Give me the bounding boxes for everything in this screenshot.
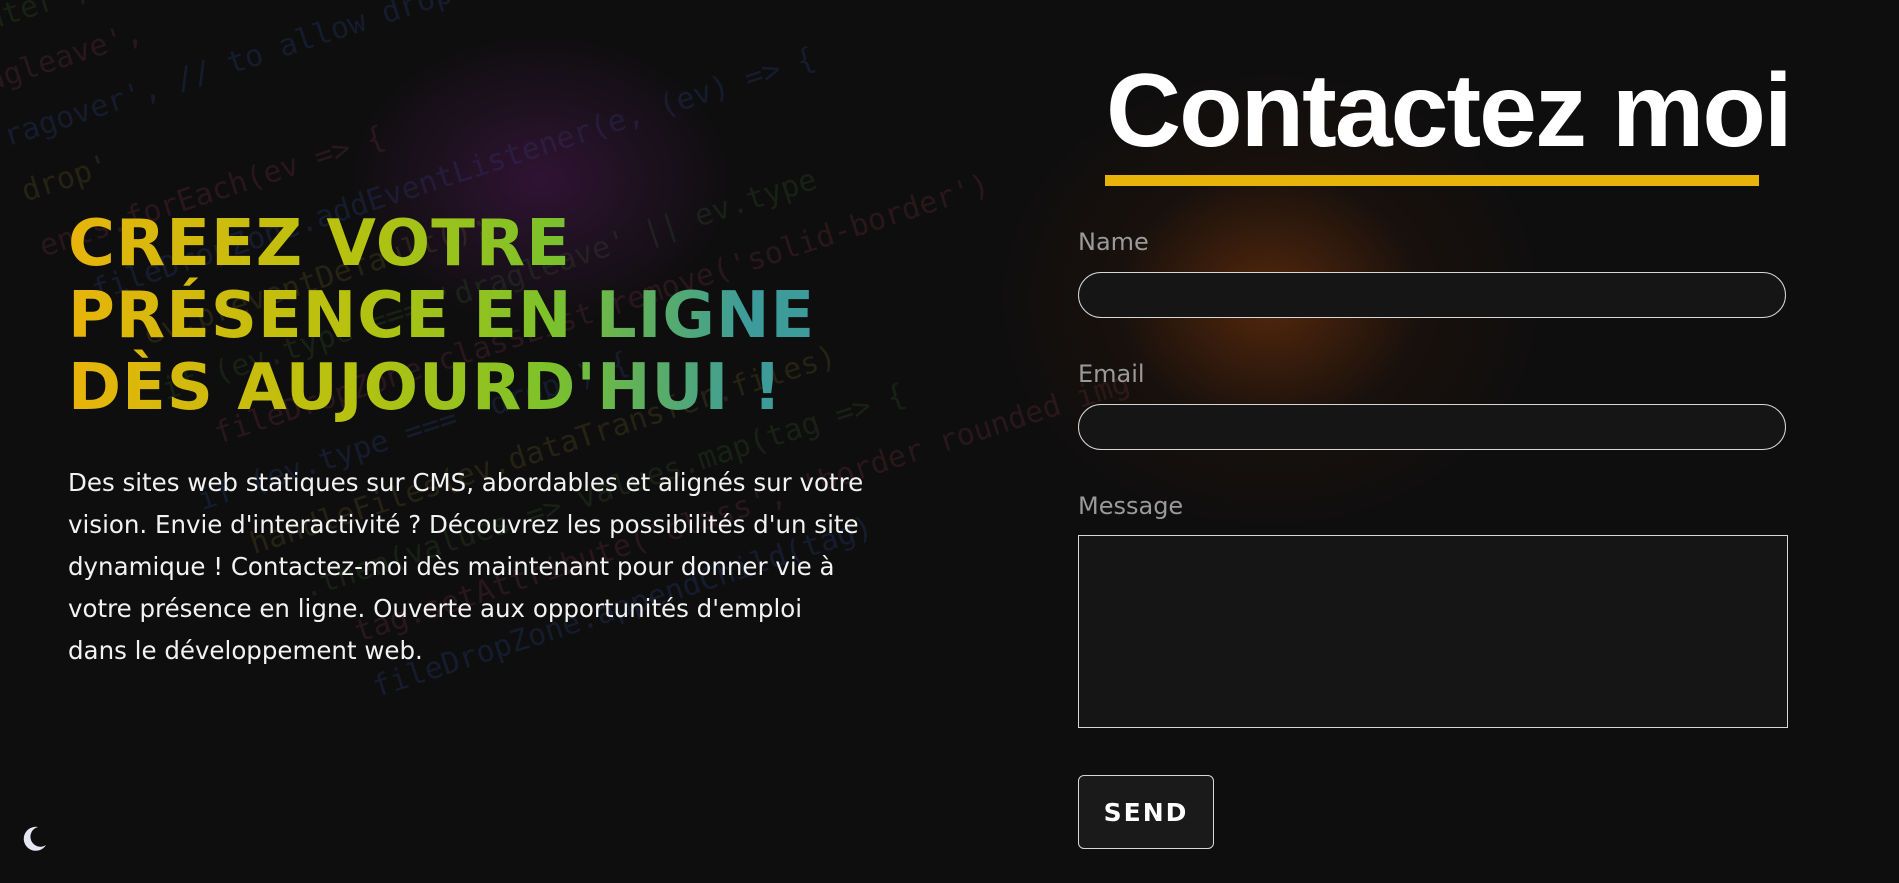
title-underline bbox=[1105, 175, 1759, 186]
name-field[interactable] bbox=[1078, 272, 1786, 318]
hero-title: CREEZ VOTRE PRÉSENCE EN LIGNE DÈS AUJOUR… bbox=[68, 208, 868, 424]
moon-icon[interactable] bbox=[18, 823, 50, 855]
email-field[interactable] bbox=[1078, 404, 1786, 450]
hero-title-line-2: PRÉSENCE EN LIGNE bbox=[68, 279, 816, 353]
send-button[interactable]: SEND bbox=[1078, 775, 1214, 849]
background-code-line: agleave', bbox=[0, 15, 147, 99]
background-code-line: ragover', // to allow drop bbox=[0, 0, 457, 155]
contact-title: Contactez moi bbox=[1106, 53, 1793, 169]
hero-title-line-3: DÈS AUJOURD'HUI ! bbox=[68, 351, 783, 425]
message-field[interactable] bbox=[1078, 535, 1788, 728]
background-code-line: drop' bbox=[17, 148, 114, 210]
hero-title-line-1: CREEZ VOTRE bbox=[68, 207, 571, 281]
hero-section: CREEZ VOTRE PRÉSENCE EN LIGNE DÈS AUJOUR… bbox=[68, 208, 868, 697]
background-code-line bbox=[32, 0, 983, 221]
name-label: Name bbox=[1078, 228, 1149, 256]
hero-description: Des sites web statiques sur CMS, abordab… bbox=[68, 468, 864, 665]
email-label: Email bbox=[1078, 360, 1145, 388]
message-label: Message bbox=[1078, 492, 1184, 520]
background-code-line: enter', bbox=[0, 0, 95, 44]
